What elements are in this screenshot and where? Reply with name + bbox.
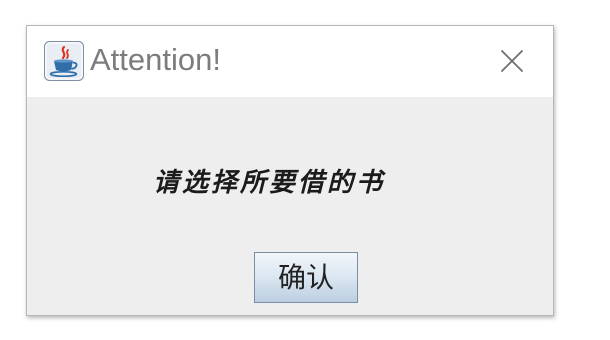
- java-coffee-cup-icon: [44, 41, 84, 81]
- dialog-title: Attention!: [90, 42, 221, 77]
- dialog-message: 请选择所要借的书: [153, 168, 386, 198]
- close-icon: [501, 50, 523, 72]
- attention-dialog: Attention! 请选择所要借的书 确认: [26, 25, 554, 316]
- dialog-content: 请选择所要借的书 确认: [27, 97, 553, 315]
- dialog-titlebar[interactable]: Attention!: [27, 26, 553, 97]
- confirm-button[interactable]: 确认: [254, 252, 358, 303]
- close-button[interactable]: [493, 42, 531, 80]
